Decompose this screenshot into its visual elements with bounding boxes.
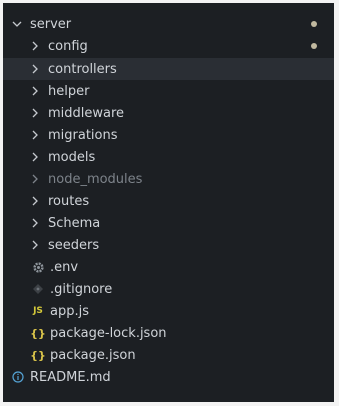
tree-folder-schema[interactable]: Schema: [3, 212, 334, 234]
tree-folder-config[interactable]: config: [3, 35, 334, 57]
tree-folder-controllers[interactable]: controllers: [3, 58, 334, 80]
json-braces-icon: {}: [30, 326, 46, 340]
tree-file-app-js[interactable]: JS app.js: [3, 300, 334, 322]
chevron-right-icon: [29, 195, 41, 207]
chevron-right-icon: [29, 63, 41, 75]
file-label: package.json: [50, 347, 136, 363]
git-diamond-icon: [31, 282, 45, 296]
tree-file-package-json[interactable]: {} package.json: [3, 344, 334, 366]
folder-label: migrations: [48, 127, 118, 143]
tree-folder-node-modules[interactable]: node_modules: [3, 168, 334, 190]
tree-file-env[interactable]: .env: [3, 256, 334, 278]
file-label: .env: [50, 259, 79, 275]
tree-file-gitignore[interactable]: .gitignore: [3, 278, 334, 300]
tree-file-package-lock-json[interactable]: {} package-lock.json: [3, 322, 334, 344]
folder-label: node_modules: [48, 171, 143, 187]
tree-folder-migrations[interactable]: migrations: [3, 124, 334, 146]
folder-label: controllers: [48, 61, 117, 77]
file-label: .gitignore: [50, 281, 113, 297]
json-braces-icon: {}: [30, 348, 46, 362]
chevron-right-icon: [29, 107, 41, 119]
info-icon: [11, 370, 25, 384]
tree-folder-server[interactable]: server: [3, 13, 334, 35]
folder-label: Schema: [48, 215, 101, 231]
folder-label: middleware: [48, 105, 125, 121]
chevron-down-icon: [11, 18, 23, 30]
tree-folder-routes[interactable]: routes: [3, 190, 334, 212]
tree-folder-models[interactable]: models: [3, 146, 334, 168]
chevron-right-icon: [29, 173, 41, 185]
tree-folder-seeders[interactable]: seeders: [3, 234, 334, 256]
chevron-right-icon: [29, 129, 41, 141]
modified-indicator: [311, 21, 317, 27]
chevron-right-icon: [29, 40, 41, 52]
file-label: README.md: [30, 369, 111, 385]
modified-indicator: [311, 43, 317, 49]
tree-file-readme-md[interactable]: README.md: [3, 366, 334, 388]
tree-folder-helper[interactable]: helper: [3, 80, 334, 102]
folder-label: helper: [48, 83, 90, 99]
folder-label: routes: [48, 193, 90, 209]
folder-label: config: [48, 38, 88, 54]
chevron-right-icon: [29, 151, 41, 163]
gear-icon: [31, 260, 45, 274]
folder-label: server: [30, 16, 72, 32]
js-icon: JS: [33, 306, 43, 316]
folder-label: models: [48, 149, 96, 165]
folder-label: seeders: [48, 237, 100, 253]
tree-folder-middleware[interactable]: middleware: [3, 102, 334, 124]
chevron-right-icon: [29, 85, 41, 97]
chevron-right-icon: [29, 239, 41, 251]
chevron-right-icon: [29, 217, 41, 229]
file-explorer: server config controllers helper middlew…: [3, 3, 334, 402]
file-label: package-lock.json: [50, 325, 167, 341]
file-label: app.js: [50, 303, 89, 319]
